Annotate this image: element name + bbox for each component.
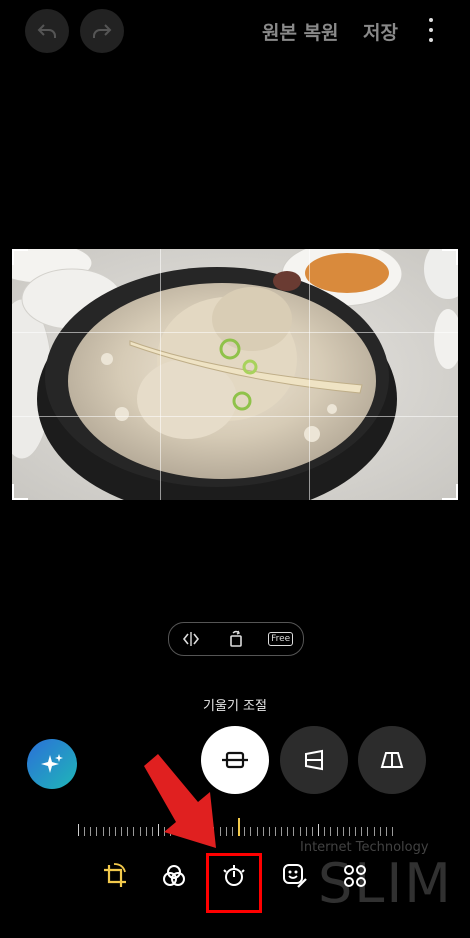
slider-tick — [348, 827, 350, 836]
slider-tick — [102, 827, 104, 836]
slider-tick — [114, 827, 116, 836]
free-label: Free — [268, 632, 294, 646]
slider-tick — [244, 827, 246, 836]
slider-tick — [385, 827, 387, 836]
more-tools-icon — [344, 865, 366, 887]
slider-tick — [96, 827, 98, 836]
crop-handle-bottom-right[interactable] — [442, 484, 458, 500]
slider-tick — [330, 827, 332, 836]
undo-icon — [37, 24, 56, 38]
more-tools-tab[interactable] — [335, 856, 375, 896]
slider-tick — [305, 827, 307, 836]
slider-tick — [392, 827, 393, 836]
slider-tick — [336, 827, 338, 836]
slider-tick — [342, 827, 344, 836]
sticker-edit-icon — [283, 864, 307, 888]
horizontal-perspective-button[interactable] — [358, 726, 426, 794]
slider-tick — [133, 827, 135, 836]
crop-rotate-tab[interactable] — [95, 856, 135, 896]
slider-tick — [373, 827, 375, 836]
slider-tick — [108, 827, 110, 836]
rotate-icon — [230, 630, 242, 647]
slider-tick — [361, 827, 363, 836]
decorations-tab[interactable] — [275, 856, 315, 896]
highlight-box — [206, 853, 262, 913]
tilt-adjust-label: 기울기 조절 — [203, 699, 267, 714]
slider-tick — [311, 827, 313, 836]
free-ratio-button[interactable]: Free — [264, 627, 298, 651]
filters-tab[interactable] — [154, 856, 194, 896]
slider-tick — [355, 827, 357, 836]
sparkle-icon — [41, 754, 63, 773]
slider-tick — [121, 827, 123, 836]
grid-line — [160, 249, 161, 500]
undo-button[interactable] — [25, 9, 69, 53]
redo-icon — [93, 24, 112, 38]
slider-tick — [324, 827, 326, 836]
crop-handle-top-left[interactable] — [12, 249, 28, 265]
ai-edit-button[interactable] — [27, 739, 77, 789]
photo-image — [12, 249, 458, 500]
slider-tick — [250, 827, 252, 836]
slider-tick — [238, 818, 241, 836]
crop-handle-bottom-left[interactable] — [12, 484, 28, 500]
grid-line — [12, 416, 458, 417]
crop-handle-top-right[interactable] — [442, 249, 458, 265]
slider-tick — [127, 827, 129, 836]
slider-tick — [287, 827, 289, 836]
arrow-annotation — [144, 754, 216, 848]
flip-icon — [183, 632, 200, 646]
flip-button[interactable] — [174, 627, 208, 651]
rotate-button[interactable] — [219, 627, 253, 651]
slider-tick — [299, 827, 301, 836]
save-button[interactable]: 저장 — [363, 18, 398, 45]
photo-canvas[interactable] — [12, 249, 458, 500]
vertical-perspective-icon — [305, 749, 323, 771]
slider-tick — [281, 827, 283, 836]
slider-tick — [84, 827, 86, 836]
horizontal-perspective-icon — [380, 752, 404, 768]
more-options-icon[interactable] — [424, 18, 438, 42]
slider-tick — [256, 827, 258, 836]
slider-tick — [268, 827, 270, 836]
slider-tick — [262, 827, 264, 836]
filters-icon — [163, 865, 185, 886]
slider-tick — [231, 827, 233, 836]
tilt-slider[interactable] — [78, 818, 393, 836]
slider-tick — [367, 827, 369, 836]
slider-tick — [318, 824, 320, 836]
grid-line — [12, 332, 458, 333]
slider-tick — [90, 827, 92, 836]
slider-tick — [78, 824, 79, 836]
transform-toolbar: Free — [168, 622, 304, 656]
slider-tick — [275, 827, 277, 836]
slider-tick — [379, 827, 381, 836]
slider-tick — [293, 827, 295, 836]
vertical-perspective-button[interactable] — [280, 726, 348, 794]
crop-rotate-icon — [104, 863, 126, 887]
redo-button[interactable] — [80, 9, 124, 53]
restore-original-button[interactable]: 원본 복원 — [262, 18, 339, 45]
grid-line — [309, 249, 310, 500]
